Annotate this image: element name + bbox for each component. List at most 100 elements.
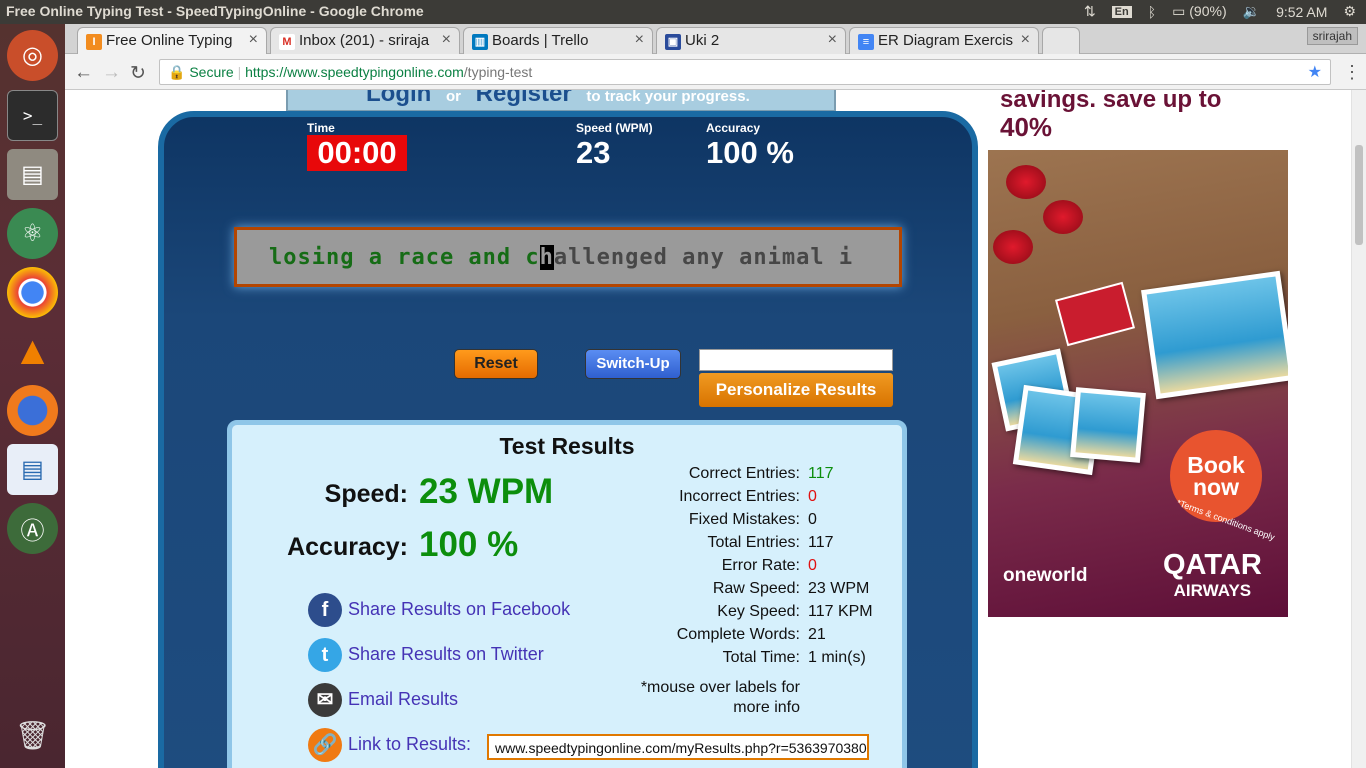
time-label: Time (307, 121, 335, 135)
typed-text: losing a race and c (269, 245, 540, 270)
stat-label: Complete Words: (676, 626, 800, 643)
stat-label: Key Speed: (717, 603, 800, 620)
terminal-icon[interactable]: >_ (7, 90, 58, 141)
url-host: https://www.speedtypingonline.com (245, 64, 464, 80)
city-photo (1070, 387, 1146, 463)
url-separator: | (237, 64, 242, 80)
url-bar[interactable]: 🔒 Secure | https://www.speedtypingonline… (159, 59, 1331, 85)
gift-box-image (1054, 281, 1136, 347)
facebook-icon[interactable]: f (308, 593, 342, 627)
reset-button[interactable]: Reset (454, 349, 538, 379)
network-icon[interactable]: ⇅ (1084, 3, 1096, 20)
stat-value: 0 (808, 557, 817, 574)
volume-icon[interactable]: 🔉 (1243, 3, 1260, 20)
qatar-brand: QATAR (1163, 549, 1262, 581)
browser-tab-strip: I Free Online Typing × M Inbox (201) - s… (65, 24, 1366, 54)
close-tab-icon[interactable]: × (828, 31, 837, 49)
trello-favicon-icon: ▥ (472, 34, 488, 50)
new-tab-button[interactable] (1042, 27, 1080, 54)
tab-label: Free Online Typing (106, 32, 233, 49)
firefox-icon[interactable] (7, 385, 58, 436)
mouse-over-note: *mouse over labels for more info (640, 679, 800, 716)
keyboard-layout-indicator[interactable]: En (1111, 5, 1132, 18)
stat-value: 117 (808, 534, 834, 551)
stat-value: 21 (808, 626, 826, 643)
tab-label: Boards | Trello (492, 32, 589, 49)
accuracy-value: 100 % (706, 135, 794, 170)
clock[interactable]: 9:52 AM (1276, 4, 1327, 20)
email-results-link[interactable]: Email Results (348, 689, 458, 710)
result-accuracy-value: 100 % (419, 525, 519, 564)
now-text: now (1193, 474, 1239, 500)
login-link[interactable]: Login (366, 90, 431, 107)
personalize-name-input[interactable] (699, 349, 893, 371)
stat-label: Fixed Mistakes: (688, 511, 800, 528)
chrome-icon[interactable] (7, 267, 58, 318)
trash-icon[interactable]: 🗑 (7, 710, 58, 761)
share-twitter-link[interactable]: Share Results on Twitter (348, 644, 544, 665)
switch-up-button[interactable]: Switch-Up (585, 349, 681, 379)
stat-label: Incorrect Entries: (679, 488, 800, 505)
qatar-airways-ad[interactable]: savings. save up to 40% Book now *Terms &… (988, 90, 1288, 617)
oneworld-logo: oneworld (1003, 565, 1088, 586)
close-tab-icon[interactable]: × (1021, 31, 1030, 49)
typing-text-box[interactable]: losing a race and challenged any animal … (234, 227, 902, 287)
url-path: /typing-test (463, 64, 533, 80)
speed-value: 23 (576, 135, 611, 170)
docs-favicon-icon: ≡ (858, 34, 874, 50)
battery-indicator[interactable]: ▭ (90%) (1172, 3, 1226, 20)
link-icon[interactable]: 🔗 (308, 728, 342, 762)
rose-decoration (1006, 165, 1046, 199)
test-results-panel: Test Results Speed: 23 WPM Accuracy: 100… (227, 420, 907, 768)
stat-label: Error Rate: (721, 557, 800, 574)
uki-favicon-icon: ▣ (665, 34, 681, 50)
gmail-favicon-icon: M (279, 34, 295, 50)
tab-gmail[interactable]: M Inbox (201) - sriraja × (270, 27, 460, 54)
bluetooth-icon[interactable]: ᛒ (1148, 4, 1156, 20)
tab-uki[interactable]: ▣ Uki 2 × (656, 27, 846, 54)
forward-arrow-icon[interactable]: → (102, 62, 121, 84)
close-tab-icon[interactable]: × (635, 31, 644, 49)
text-cursor: h (539, 245, 554, 270)
rose-decoration (993, 230, 1033, 264)
close-tab-icon[interactable]: × (442, 31, 451, 49)
scrollbar-thumb[interactable] (1355, 145, 1363, 245)
reload-icon[interactable]: ↻ (130, 62, 146, 85)
lock-icon: 🔒 (168, 64, 186, 80)
result-speed-value: 23 WPM (419, 472, 554, 511)
software-updater-icon[interactable]: Ⓐ (7, 503, 58, 554)
results-url-field[interactable]: www.speedtypingonline.com/myResults.php?… (487, 734, 869, 760)
settings-gear-icon[interactable]: ⚙ (1343, 3, 1356, 20)
ad-percent: 40% (1000, 112, 1053, 142)
vlc-icon[interactable]: ▲ (7, 326, 58, 377)
atom-icon[interactable]: ⚛ (7, 208, 58, 259)
battery-percent: (90%) (1189, 3, 1227, 19)
files-icon[interactable]: ▤ (7, 149, 58, 200)
close-tab-icon[interactable]: × (249, 31, 258, 49)
share-facebook-link[interactable]: Share Results on Facebook (348, 599, 570, 620)
stat-value: 0 (808, 488, 817, 505)
tab-er-diagram[interactable]: ≡ ER Diagram Exercis × (849, 27, 1039, 54)
stat-value: 23 WPM (808, 580, 870, 597)
twitter-icon[interactable]: t (308, 638, 342, 672)
stat-value: 0 (808, 511, 817, 528)
profile-name[interactable]: srirajah (1306, 27, 1358, 45)
personalize-results-button[interactable]: Personalize Results (699, 373, 893, 407)
result-speed-label: Speed: (324, 480, 408, 508)
qatar-brand-sub: AIRWAYS (1173, 581, 1252, 600)
tab-typing-test[interactable]: I Free Online Typing × (77, 27, 267, 54)
email-icon[interactable]: ✉ (308, 683, 342, 717)
bookmark-star-icon[interactable]: ★ (1308, 62, 1322, 82)
accuracy-label: Accuracy (706, 121, 761, 135)
ubuntu-dash-icon[interactable]: ◎ (7, 30, 58, 81)
stat-value: 117 KPM (808, 603, 873, 620)
back-arrow-icon[interactable]: ← (74, 62, 93, 84)
stat-label: Correct Entries: (688, 465, 800, 482)
or-text: or (445, 90, 461, 105)
libreoffice-writer-icon[interactable]: ▤ (7, 444, 58, 495)
tab-trello[interactable]: ▥ Boards | Trello × (463, 27, 653, 54)
page-scrollbar[interactable] (1351, 90, 1366, 768)
menu-kebab-icon[interactable]: ⋮ (1343, 62, 1361, 83)
secure-label: Secure (189, 64, 234, 80)
register-link[interactable]: Register (476, 90, 572, 107)
